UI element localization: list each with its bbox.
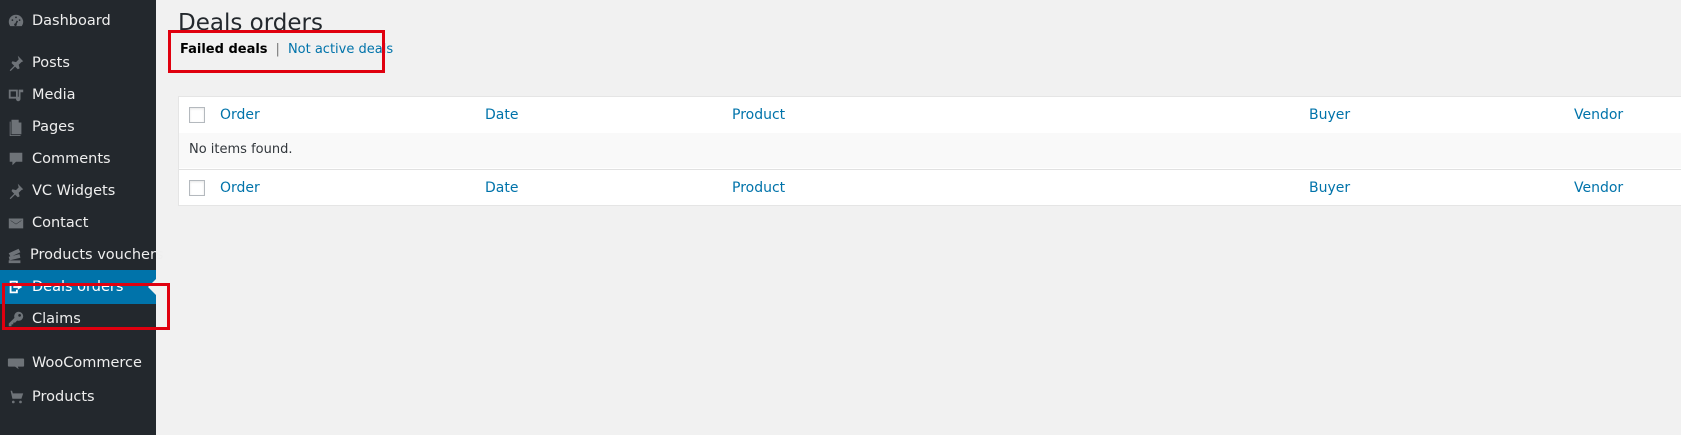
sidebar-item-products-vouchers[interactable]: Products vouchers [0,238,163,272]
view-not-active-deals[interactable]: Not active deals [288,42,393,57]
tickets-icon [6,245,24,265]
column-date-footer[interactable]: Date [485,180,518,196]
orders-table: Order Date Product Buyer Vendor No items… [178,96,1681,206]
table-header-row: Order Date Product Buyer Vendor [179,97,1681,134]
sidebar-item-posts[interactable]: Posts [0,46,156,80]
sidebar-item-label: Pages [32,119,75,135]
sidebar-item-label: Dashboard [32,13,111,29]
exit-icon [6,277,26,297]
media-icon [6,85,26,105]
page-title: Deals orders [178,10,323,36]
dashboard-icon [6,11,26,31]
sidebar-item-label: VC Widgets [32,183,116,199]
view-filters: Failed deals | Not active deals [180,42,393,57]
envelope-icon [6,213,26,233]
sidebar-item-label: Media [32,87,76,103]
sidebar-item-products[interactable]: Products [0,380,156,414]
table-empty-row: No items found. [179,133,1681,168]
sidebar-item-label: WooCommerce [32,355,142,371]
sidebar-item-label: Products [32,389,95,405]
sidebar-item-pages[interactable]: Pages [0,110,156,144]
table-footer-row: Order Date Product Buyer Vendor [179,169,1681,206]
column-product[interactable]: Product [732,107,785,123]
column-date[interactable]: Date [485,107,518,123]
column-vendor-footer[interactable]: Vendor [1574,180,1623,196]
sidebar-item-label: Deals orders [32,279,124,295]
column-order-footer[interactable]: Order [220,180,260,196]
pages-icon [6,117,26,137]
sidebar-item-label: Contact [32,215,89,231]
sidebar-item-woocommerce[interactable]: WooCommerce [0,346,156,380]
sidebar-item-label: Products vouchers [30,247,164,263]
sidebar-item-comments[interactable]: Comments [0,142,156,176]
column-order[interactable]: Order [220,107,260,123]
pin-icon [6,53,26,73]
view-failed-deals[interactable]: Failed deals [180,42,268,57]
sidebar-item-label: Posts [32,55,70,71]
admin-sidebar: Dashboard Posts Media Pages Comments VC … [0,0,163,435]
comment-icon [6,149,26,169]
sidebar-item-claims[interactable]: Claims [0,302,156,336]
sidebar-item-media[interactable]: Media [0,78,156,112]
sidebar-item-contact[interactable]: Contact [0,206,156,240]
active-indicator-arrow [148,279,156,295]
cart-icon [6,387,26,407]
select-all-checkbox-footer[interactable] [189,180,205,196]
pin-icon [6,181,26,201]
sidebar-item-label: Claims [32,311,81,327]
sidebar-item-vc-widgets[interactable]: VC Widgets [0,174,156,208]
key-icon [6,309,26,329]
view-separator: | [275,42,280,57]
sidebar-item-label: Comments [32,151,111,167]
column-buyer[interactable]: Buyer [1309,107,1350,123]
woocommerce-icon [6,353,26,373]
empty-message: No items found. [189,142,293,157]
column-buyer-footer[interactable]: Buyer [1309,180,1350,196]
sidebar-item-dashboard[interactable]: Dashboard [0,4,156,38]
column-vendor[interactable]: Vendor [1574,107,1623,123]
sidebar-item-deals-orders[interactable]: Deals orders [0,270,156,304]
select-all-checkbox[interactable] [189,107,205,123]
column-product-footer[interactable]: Product [732,180,785,196]
